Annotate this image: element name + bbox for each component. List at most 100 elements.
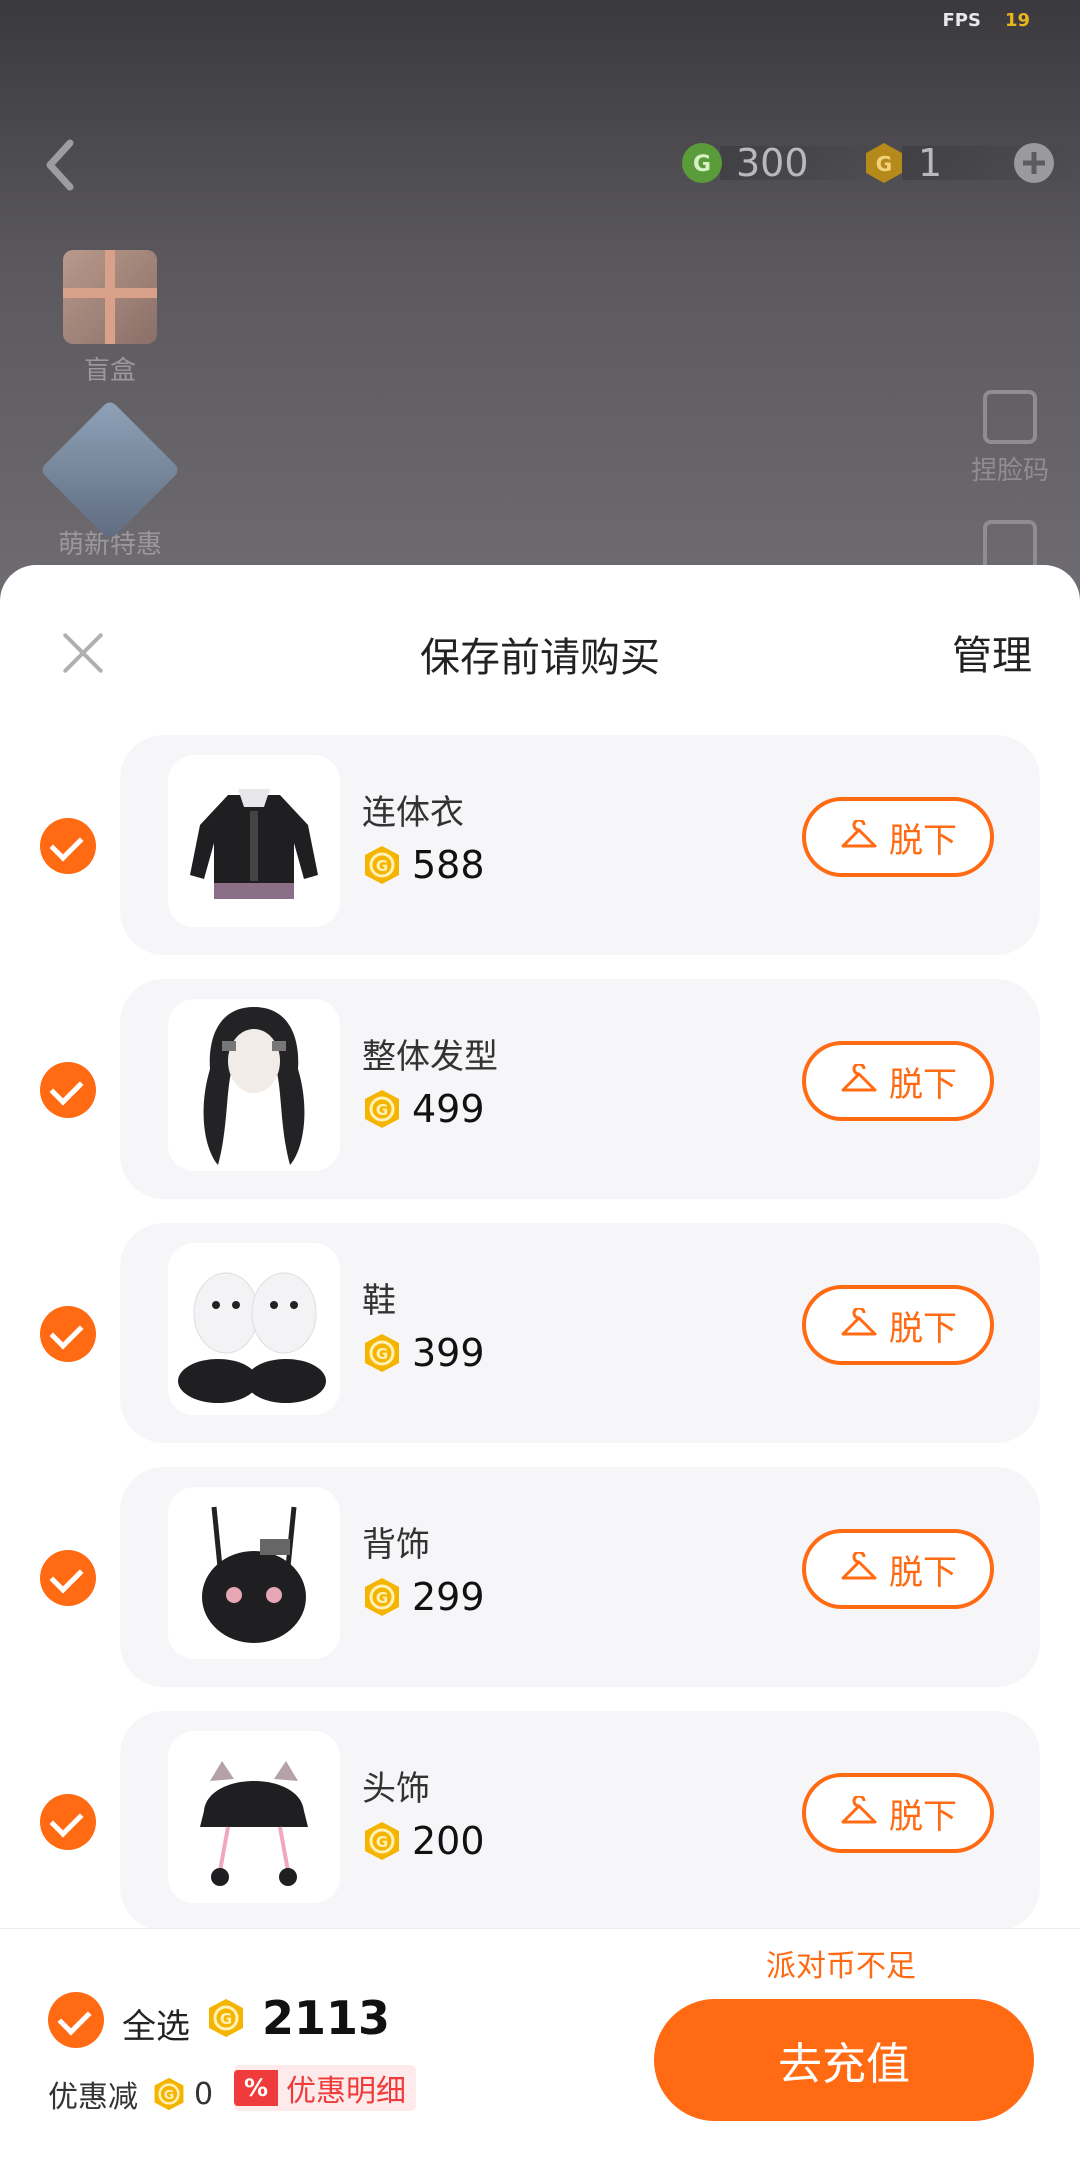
list-item: 连体衣 G 588 脱下	[0, 735, 1080, 955]
total-price-value: 2113	[262, 1991, 391, 2045]
take-off-label: 脱下	[889, 820, 957, 861]
svg-text:G: G	[376, 1345, 388, 1363]
gift-box-icon	[63, 250, 157, 344]
item-thumbnail	[168, 1487, 340, 1659]
item-price: G 499	[362, 1087, 485, 1131]
list-item: 整体发型 G 499 脱下	[0, 979, 1080, 1199]
newbie-deal-entry[interactable]: 萌新特惠	[39, 399, 181, 561]
coin-icon: G	[365, 1822, 399, 1860]
hair-image	[203, 1007, 305, 1165]
list-item: 头饰 G 200 脱下	[0, 1711, 1080, 1931]
item-name: 鞋	[362, 1281, 396, 1321]
insufficient-balance-warning: 派对币不足	[766, 1949, 916, 1984]
item-card: 连体衣 G 588 脱下	[120, 735, 1040, 955]
hanger-icon	[841, 820, 877, 848]
discount-detail-label: 优惠明细	[286, 2074, 407, 2109]
take-off-button[interactable]: 脱下	[802, 797, 994, 877]
item-checkbox[interactable]	[40, 1550, 96, 1606]
item-name: 头饰	[362, 1769, 430, 1809]
take-off-label: 脱下	[889, 1064, 957, 1105]
item-price-value: 299	[412, 1575, 485, 1619]
discount-detail-button[interactable]: % 优惠明细	[234, 2065, 417, 2111]
background-scene: FPS 19 G 300 G 1 盲盒 萌新特惠 捏脸码	[0, 0, 1080, 600]
hanger-icon	[841, 1552, 877, 1580]
list-item: 鞋 G 399 脱下	[0, 1223, 1080, 1443]
gold-coin-balance: G 1	[862, 138, 1080, 188]
svg-text:G: G	[164, 2088, 174, 2103]
hanger-icon	[841, 1308, 877, 1336]
item-checkbox[interactable]	[40, 1794, 96, 1850]
svg-text:G: G	[693, 152, 711, 177]
item-price-value: 499	[412, 1087, 485, 1131]
item-price: G 200	[362, 1819, 485, 1863]
purchase-sheet: 保存前请购买 管理 连体衣 G 588 脱下 整体发型 G 499 脱下 鞋 G…	[0, 565, 1080, 2160]
take-off-button[interactable]: 脱下	[802, 1773, 994, 1853]
item-thumbnail	[168, 755, 340, 927]
item-price-value: 399	[412, 1331, 485, 1375]
take-off-button[interactable]: 脱下	[802, 1041, 994, 1121]
take-off-label: 脱下	[889, 1796, 957, 1837]
svg-text:G: G	[376, 1589, 388, 1607]
promo-icon	[39, 399, 181, 541]
hanger-icon	[841, 1796, 877, 1824]
coin-icon: G	[365, 1334, 399, 1372]
back-arrow-icon[interactable]	[40, 135, 80, 195]
coin-icon: G	[154, 2077, 184, 2111]
blind-box-entry[interactable]: 盲盒	[50, 250, 170, 387]
select-all-checkbox[interactable]	[48, 1992, 104, 2048]
svg-text:G: G	[376, 857, 388, 875]
item-price: G 588	[362, 843, 485, 887]
item-checkbox[interactable]	[40, 1306, 96, 1362]
headwear-image	[200, 1761, 308, 1886]
item-name: 整体发型	[362, 1037, 498, 1077]
list-item: 背饰 G 299 脱下	[0, 1467, 1080, 1687]
edit-icon	[983, 390, 1037, 444]
select-all-label[interactable]: 全选	[122, 1999, 190, 2048]
item-card: 头饰 G 200 脱下	[120, 1711, 1040, 1931]
face-code-entry[interactable]: 捏脸码	[960, 390, 1060, 487]
green-coin-icon: G	[682, 143, 722, 183]
checkout-footer: 派对币不足 全选 G 2113 优惠减 G 0 % 优惠明细 去充值	[0, 1928, 1080, 2161]
hanger-icon	[841, 1064, 877, 1092]
manage-button[interactable]: 管理	[952, 623, 1032, 681]
dress-image	[190, 789, 318, 899]
item-price: G 299	[362, 1575, 485, 1619]
fps-counter: FPS 19	[942, 10, 1030, 31]
fps-value: 19	[1004, 10, 1030, 31]
take-off-label: 脱下	[889, 1308, 957, 1349]
item-checkbox[interactable]	[40, 818, 96, 874]
total-price: G 2113	[206, 1991, 390, 2045]
svg-text:G: G	[376, 1101, 388, 1119]
sheet-title: 保存前请购买	[420, 635, 660, 681]
item-card: 整体发型 G 499 脱下	[120, 979, 1040, 1199]
discount-value: 0	[194, 2076, 214, 2112]
add-currency-icon[interactable]	[1014, 143, 1054, 183]
green-coin-balance: G 300	[680, 138, 900, 188]
blind-box-label: 盲盒	[83, 356, 136, 386]
item-thumbnail	[168, 999, 340, 1171]
face-code-label: 捏脸码	[970, 456, 1049, 486]
coin-icon: G	[365, 846, 399, 884]
svg-text:G: G	[376, 1833, 388, 1851]
gold-coin-amount: 1	[918, 141, 943, 185]
item-card: 背饰 G 299 脱下	[120, 1467, 1040, 1687]
take-off-button[interactable]: 脱下	[802, 1529, 994, 1609]
green-coin-amount: 300	[736, 141, 809, 185]
gold-coin-icon: G	[866, 143, 902, 183]
item-price-value: 588	[412, 843, 485, 887]
item-checkbox[interactable]	[40, 1062, 96, 1118]
take-off-label: 脱下	[889, 1552, 957, 1593]
item-name: 背饰	[362, 1525, 430, 1565]
discount-tag-icon: %	[234, 2070, 279, 2106]
svg-text:G: G	[220, 2010, 232, 2028]
backpack-image	[202, 1506, 306, 1643]
coin-icon: G	[365, 1090, 399, 1128]
fps-label: FPS	[942, 10, 981, 31]
discount-summary: 优惠减 G 0	[48, 2072, 213, 2116]
discount-label: 优惠减	[48, 2080, 138, 2115]
recharge-button[interactable]: 去充值	[654, 1999, 1034, 2121]
shoes-image	[178, 1272, 326, 1403]
take-off-button[interactable]: 脱下	[802, 1285, 994, 1365]
item-price: G 399	[362, 1331, 485, 1375]
item-price-value: 200	[412, 1819, 485, 1863]
